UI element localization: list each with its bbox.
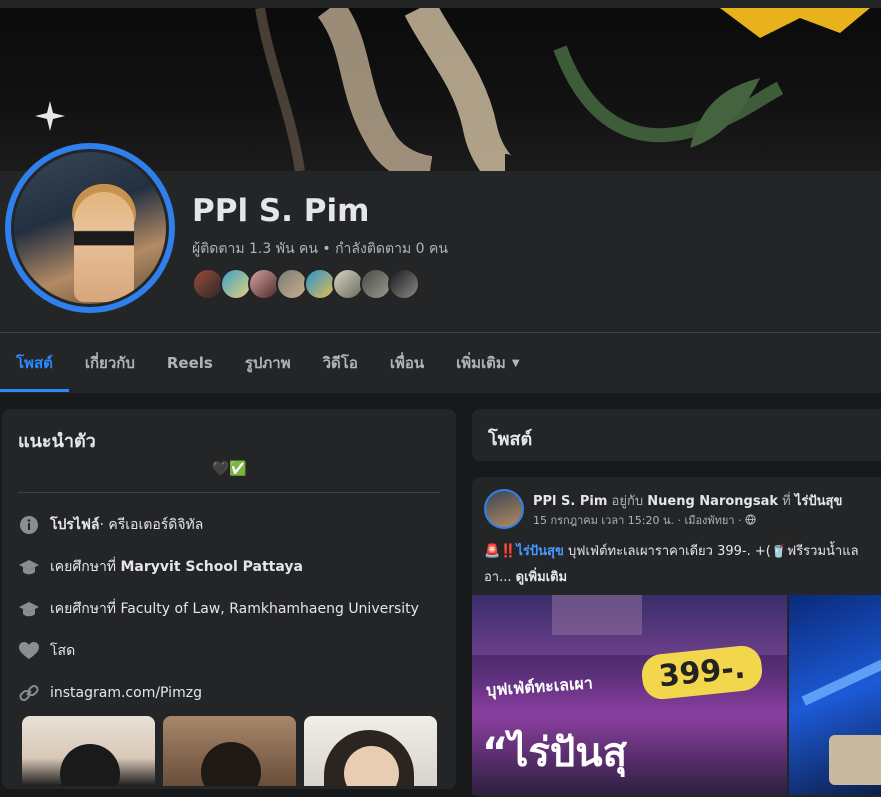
intro-row-relationship: โสด [18,639,75,663]
post-header: PPl S. Pim อยู่กับ Nueng Narongsak ที่ ไ… [533,490,842,511]
post-meta: 15 กรกฎาคม เวลา 15:20 น. · เมืองพัทยา · [533,511,756,529]
intro-title: แนะนำตัว [18,431,96,452]
post-tagged-user[interactable]: Nueng Narongsak [647,494,778,509]
featured-photo[interactable] [163,716,296,786]
post-text-line1: 🚨‼️ไร่ปันสุข บุฟเฟ่ต์ทะเลเผาราคาเดียว 39… [484,539,881,565]
intro-row-university-link[interactable]: Faculty of Law, Ramkhamhaeng University [121,601,419,617]
globe-icon [745,514,756,527]
post-text-line2: อา... ดูเพิ่มเติม [484,565,881,591]
intro-row-profile: โปรไฟล์ · ครีเอเตอร์ดิจิทัล [18,513,203,537]
posts-title: โพสต์ [488,429,533,450]
profile-avatar[interactable] [11,149,169,307]
post-text: 🚨‼️ไร่ปันสุข บุฟเฟ่ต์ทะเลเผาราคาเดียว 39… [484,539,881,591]
profile-name: PPl S. Pim [192,193,370,229]
post-image[interactable]: 399-. บุฟเฟ่ต์ทะเลเผา “ไร่ปันสุ [472,595,787,795]
intro-row-school: เคยศึกษาที่ Maryvit School Pattaya [18,555,303,579]
post-body-2: อา... [484,570,516,585]
intro-row-school-link[interactable]: Maryvit School Pattaya [121,559,303,575]
info-icon [18,514,40,536]
tab-posts[interactable]: โพสต์ [0,340,69,392]
tab-more-label: เพิ่มเติม [456,354,506,372]
profile-tabs: โพสต์ เกี่ยวกับ Reels รูปภาพ วิดีโอ เพื่… [0,340,536,392]
intro-row-prefix: เคยศึกษาที่ [50,601,117,617]
post-author-name[interactable]: PPl S. Pim [533,494,607,509]
instagram-link[interactable]: instagram.com/Pimzg [50,685,202,701]
follower-count[interactable]: ผู้ติดตาม 1.3 พัน คน • กำลังติดตาม 0 คน [192,238,448,260]
image-caption: บุฟเฟ่ต์ทะเลเผา [485,673,594,700]
featured-photos [22,716,437,786]
post-at-word: ที่ [782,494,791,509]
post-body: บุฟเฟ่ต์ทะเลเผาราคาเดียว 399-. +(🥤ฟรีรวม… [563,544,859,559]
caret-down-icon: ▼ [511,357,520,369]
tab-photos[interactable]: รูปภาพ [229,340,307,392]
featured-photo[interactable] [22,716,155,786]
intro-bio: 🖤✅ [211,461,247,477]
image-big-text: “ไร่ปันสุ [482,730,628,776]
posts-header-card: โพสต์ [472,409,881,461]
post-place[interactable]: ไร่ปันสุข [795,494,842,509]
tab-friends[interactable]: เพื่อน [374,340,440,392]
tab-reels[interactable]: Reels [151,340,229,392]
intro-row-prefix: เคยศึกษาที่ [50,559,117,575]
friend-avatars[interactable] [192,268,420,300]
avatar-figure [74,192,134,302]
link-icon [18,682,40,704]
intro-row-relationship-text: โสด [50,643,76,659]
tab-videos[interactable]: วิดีโอ [307,340,374,392]
heart-icon [18,640,40,662]
graduation-cap-icon [18,556,40,578]
cover-art [35,8,870,171]
intro-row-text: · ครีเอเตอร์ดิจิทัล [99,517,204,533]
post-with-word: อยู่กับ [611,494,644,509]
see-more-link[interactable]: ดูเพิ่มเติม [516,570,567,585]
post-image[interactable] [789,595,881,795]
cover-photo[interactable] [0,8,881,171]
tab-more[interactable]: เพิ่มเติม ▼ [440,340,535,392]
graduation-cap-icon [18,598,40,620]
intro-divider [18,492,440,493]
friend-avatar[interactable] [388,268,420,300]
tab-about[interactable]: เกี่ยวกับ [69,340,151,392]
intro-row-link: instagram.com/Pimzg [18,681,202,705]
post-card: PPl S. Pim อยู่กับ Nueng Narongsak ที่ ไ… [472,477,881,797]
featured-photo[interactable] [304,716,437,786]
intro-row-university: เคยศึกษาที่ Faculty of Law, Ramkhamhaeng… [18,597,419,621]
post-timestamp[interactable]: 15 กรกฎาคม เวลา 15:20 น. · เมืองพัทยา · [533,514,742,527]
header-divider [0,332,881,333]
intro-card: แนะนำตัว 🖤✅ โปรไฟล์ · ครีเอเตอร์ดิจิทัล … [2,409,456,789]
post-emoji: 🚨‼️ [484,544,517,559]
post-hashtag-link[interactable]: ไร่ปันสุข [516,544,563,559]
intro-row-bold: โปรไฟล์ [50,517,100,533]
post-author-avatar[interactable] [484,489,524,529]
